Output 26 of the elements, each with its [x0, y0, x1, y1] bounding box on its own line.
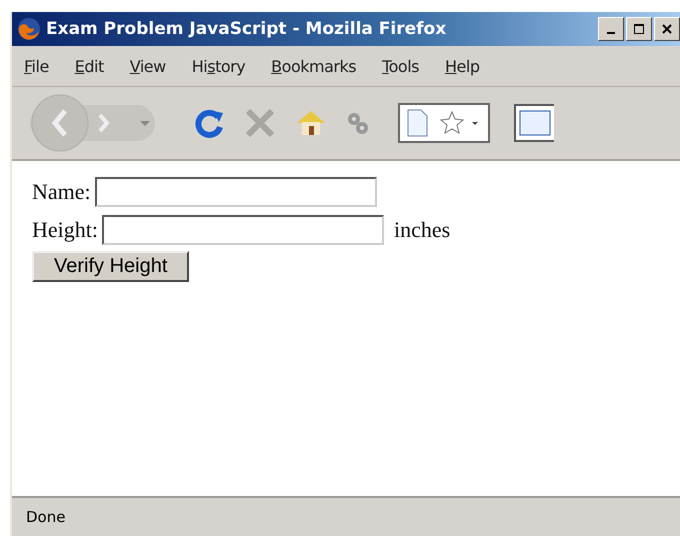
minimize-icon	[607, 32, 615, 34]
window-title: Exam Problem JavaScript - Mozilla Firefox	[46, 19, 448, 39]
reload-icon[interactable]	[194, 107, 226, 139]
page-icon	[406, 109, 428, 137]
status-text: Done	[26, 508, 66, 526]
menu-item[interactable]: File	[16, 56, 67, 76]
maximize-icon	[633, 23, 645, 35]
unit-label: inches	[394, 217, 450, 243]
menu-item[interactable]: History	[184, 56, 264, 76]
height-label: Height:	[32, 217, 98, 243]
minimize-button[interactable]	[598, 17, 624, 41]
browser-logo-icon	[16, 16, 42, 42]
name-input[interactable]	[94, 177, 377, 207]
verify-height-button[interactable]: Verify Height	[32, 251, 190, 282]
menu-item[interactable]: Bookmarks	[263, 56, 374, 76]
bookmark-field[interactable]	[398, 103, 490, 143]
close-icon	[661, 23, 673, 35]
search-field[interactable]	[514, 103, 554, 143]
menu-item[interactable]: View	[122, 56, 184, 76]
menu-item[interactable]: Help	[437, 56, 498, 76]
close-button[interactable]	[654, 17, 680, 41]
maximize-button[interactable]	[626, 17, 652, 41]
name-label: Name:	[32, 179, 91, 205]
height-input[interactable]	[102, 215, 384, 245]
menu-item[interactable]: Tools	[374, 56, 437, 76]
menu-item[interactable]: Edit	[66, 56, 122, 76]
